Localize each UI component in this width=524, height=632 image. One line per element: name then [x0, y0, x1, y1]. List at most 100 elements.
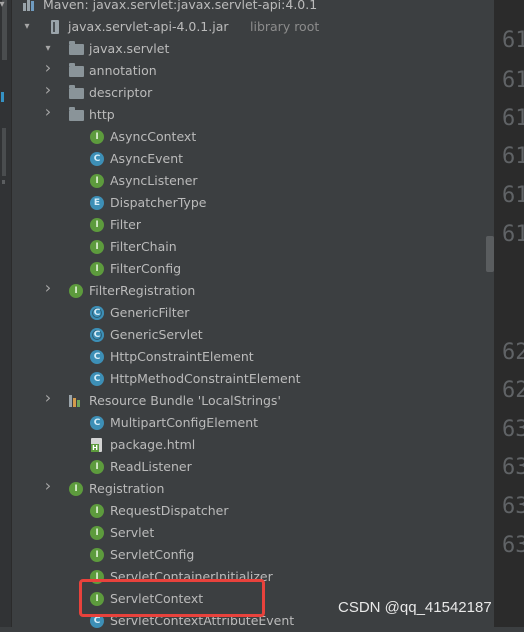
interface-icon: I [69, 284, 83, 298]
tree-row[interactable]: C GenericServlet [11, 324, 494, 346]
tree-row[interactable]: › I FilterRegistration [11, 280, 494, 302]
html-file-icon [91, 438, 102, 452]
tree-row-label: FilterConfig [110, 261, 182, 276]
tool-window-marker [2, 180, 5, 184]
chevron-right-icon[interactable]: › [42, 390, 54, 406]
line-number: 61 [502, 106, 524, 131]
tree-row[interactable]: I Filter [11, 214, 494, 236]
tool-window-indicator [1, 92, 4, 102]
editor-gutter: 61 61 61 61 61 61 62 62 63 63 63 63 [494, 0, 524, 627]
tree-row[interactable]: ▾ Maven: javax.servlet:javax.servlet-api:… [0, 0, 494, 16]
tree-scrollbar[interactable] [486, 236, 494, 272]
package-folder-icon [69, 107, 84, 121]
package-folder-icon [69, 41, 84, 55]
tree-row[interactable]: ▾ javax.servlet [11, 38, 494, 60]
chevron-right-icon[interactable]: › [42, 82, 54, 98]
tree-row-label: javax.servlet-api-4.0.1.jar [68, 19, 229, 34]
tree-row-label: Servlet [110, 525, 155, 540]
tree-row[interactable]: I AsyncListener [11, 170, 494, 192]
line-number: 62 [502, 340, 524, 365]
enum-icon: E [90, 196, 104, 210]
package-folder-icon [69, 63, 84, 77]
tree-row[interactable]: C MultipartConfigElement [11, 412, 494, 434]
tree-row[interactable]: C AsyncEvent [11, 148, 494, 170]
maven-library-icon [23, 0, 35, 11]
tree-row[interactable]: I Servlet [11, 522, 494, 544]
tree-row[interactable]: I FilterConfig [11, 258, 494, 280]
tree-row-label: Registration [89, 481, 165, 496]
chevron-right-icon[interactable]: › [42, 60, 54, 76]
tree-row-label: AsyncEvent [110, 151, 184, 166]
line-number: 62 [502, 378, 524, 403]
tree-row-label: DispatcherType [110, 195, 207, 210]
tree-row[interactable]: I AsyncContext [11, 126, 494, 148]
tree-row[interactable]: C HttpMethodConstraintElement [11, 368, 494, 390]
tree-row[interactable]: E DispatcherType [11, 192, 494, 214]
class-icon: C [90, 350, 104, 364]
tree-row[interactable]: › annotation [11, 60, 494, 82]
highlight-box [79, 579, 265, 617]
tree-row-label: package.html [110, 437, 196, 452]
line-number: 63 [502, 455, 524, 480]
interface-icon: I [90, 240, 104, 254]
abstract-class-icon: C [90, 306, 104, 320]
tree-row-label: FilterChain [110, 239, 177, 254]
interface-icon: I [90, 504, 104, 518]
chevron-right-icon[interactable]: › [42, 104, 54, 120]
jar-icon [51, 20, 59, 34]
interface-icon: I [90, 218, 104, 232]
line-number: 63 [502, 417, 524, 442]
tree-row-label: ServletConfig [110, 547, 195, 562]
abstract-class-icon: C [90, 328, 104, 342]
tree-row[interactable]: package.html [11, 434, 494, 456]
chevron-right-icon[interactable]: › [42, 280, 54, 296]
interface-icon: I [90, 526, 104, 540]
tree-row[interactable]: ▾ javax.servlet-api-4.0.1.jar library root [11, 16, 494, 38]
watermark: CSDN @qq_41542187 [338, 599, 492, 616]
tree-row[interactable]: › http [11, 104, 494, 126]
chevron-right-icon[interactable]: › [42, 478, 54, 494]
interface-icon: I [90, 130, 104, 144]
tree-row[interactable]: C HttpConstraintElement [11, 346, 494, 368]
interface-icon: I [90, 262, 104, 276]
tree-row-label: MultipartConfigElement [110, 415, 259, 430]
line-number: 61 [502, 144, 524, 169]
class-icon: C [90, 152, 104, 166]
tree-row-label: AsyncContext [110, 129, 197, 144]
tree-row[interactable]: I ServletConfig [11, 544, 494, 566]
tool-window-tab[interactable] [2, 128, 6, 176]
chevron-down-icon[interactable]: ▾ [0, 0, 8, 11]
chevron-down-icon[interactable]: ▾ [21, 21, 33, 33]
line-number: 63 [502, 533, 524, 558]
tree-row[interactable]: I ReadListener [11, 456, 494, 478]
line-number: 63 [502, 494, 524, 519]
tree-row-label: GenericFilter [110, 305, 190, 320]
interface-icon: I [90, 174, 104, 188]
tree-row-label: ReadListener [110, 459, 192, 474]
tree-row[interactable]: › Resource Bundle 'LocalStrings' [11, 390, 494, 412]
tree-row[interactable]: › descriptor [11, 82, 494, 104]
chevron-down-icon[interactable]: ▾ [42, 43, 54, 55]
interface-icon: I [90, 460, 104, 474]
tree-row-label: descriptor [89, 85, 153, 100]
tree-row-label: http [89, 107, 115, 122]
line-number: 61 [502, 183, 524, 208]
tree-row[interactable]: › I Registration [11, 478, 494, 500]
tree-row-label: GenericServlet [110, 327, 203, 342]
tree-row-label: Resource Bundle 'LocalStrings' [89, 393, 281, 408]
project-tree[interactable]: ▾ Maven: javax.servlet:javax.servlet-api:… [0, 0, 494, 628]
tree-row-label: javax.servlet [89, 41, 170, 56]
tree-row-label: AsyncListener [110, 173, 198, 188]
tree-row[interactable]: I RequestDispatcher [11, 500, 494, 522]
line-number: 61 [502, 28, 524, 53]
interface-icon: I [90, 548, 104, 562]
tree-row-label: Filter [110, 217, 141, 232]
interface-icon: I [69, 482, 83, 496]
tree-row-label: annotation [89, 63, 157, 78]
tree-row[interactable]: C GenericFilter [11, 302, 494, 324]
tree-row[interactable]: I FilterChain [11, 236, 494, 258]
tree-row-label: FilterRegistration [89, 283, 196, 298]
library-root-hint: library root [250, 19, 320, 34]
line-number: 61 [502, 68, 524, 93]
class-icon: C [90, 372, 104, 386]
